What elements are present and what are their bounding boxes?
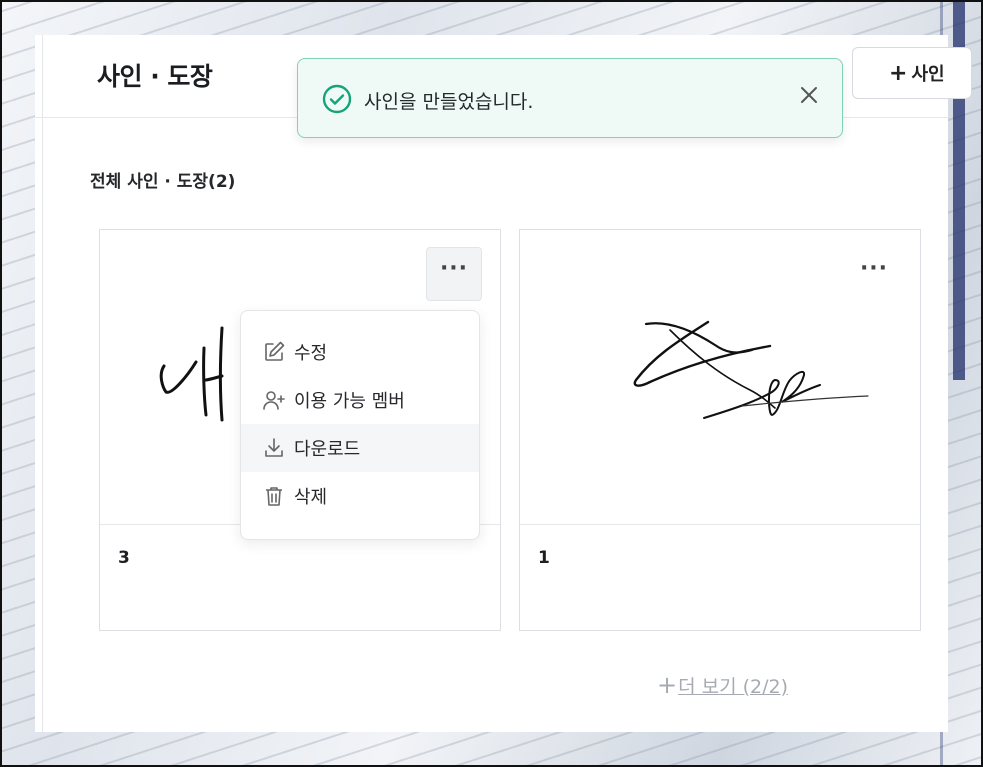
more-dots-icon: ··· xyxy=(439,255,469,281)
context-menu: 수정 이용 가능 멤버 다운로드 삭제 xyxy=(240,310,480,540)
add-user-icon xyxy=(263,391,285,410)
edit-icon xyxy=(265,341,285,361)
divider xyxy=(42,35,43,732)
download-icon xyxy=(265,438,283,457)
plus-icon: + xyxy=(889,60,908,86)
add-signature-button[interactable]: + 사인 xyxy=(852,47,972,99)
main-panel: 사인 · 도장 + 사인 전체 사인 · 도장(2) ··· 3 ··· 1 수… xyxy=(35,35,972,732)
more-options-button[interactable]: ··· xyxy=(846,247,902,301)
menu-item-delete[interactable]: 삭제 xyxy=(241,472,479,520)
more-options-button[interactable]: ··· xyxy=(426,247,482,301)
signature-name: 1 xyxy=(538,548,550,568)
toast-message: 사인을 만들었습니다. xyxy=(364,91,534,113)
menu-item-label: 다운로드 xyxy=(294,439,361,460)
menu-item-label: 이용 가능 멤버 xyxy=(294,391,405,412)
page-title: 사인 · 도장 xyxy=(97,62,213,91)
check-circle-icon xyxy=(322,84,352,114)
trash-icon xyxy=(266,487,282,506)
plus-icon: + xyxy=(657,671,678,699)
load-more-label: 더 보기 (2/2) xyxy=(678,675,789,698)
success-toast: 사인을 만들었습니다. xyxy=(297,58,843,138)
menu-item-label: 삭제 xyxy=(294,487,328,508)
menu-item-download[interactable]: 다운로드 xyxy=(241,424,479,472)
menu-item-members[interactable]: 이용 가능 멤버 xyxy=(241,376,479,424)
section-title: 전체 사인 · 도장(2) xyxy=(90,172,236,192)
close-icon[interactable] xyxy=(798,84,820,106)
menu-item-label: 수정 xyxy=(294,343,328,364)
load-more-link[interactable]: + 더 보기 (2/2) xyxy=(657,671,788,699)
menu-item-edit[interactable]: 수정 xyxy=(241,328,479,376)
signature-card[interactable]: ··· 1 xyxy=(519,229,921,631)
signature-name: 3 xyxy=(118,548,130,568)
more-dots-icon: ··· xyxy=(859,255,889,281)
add-signature-label: 사인 xyxy=(911,64,945,85)
